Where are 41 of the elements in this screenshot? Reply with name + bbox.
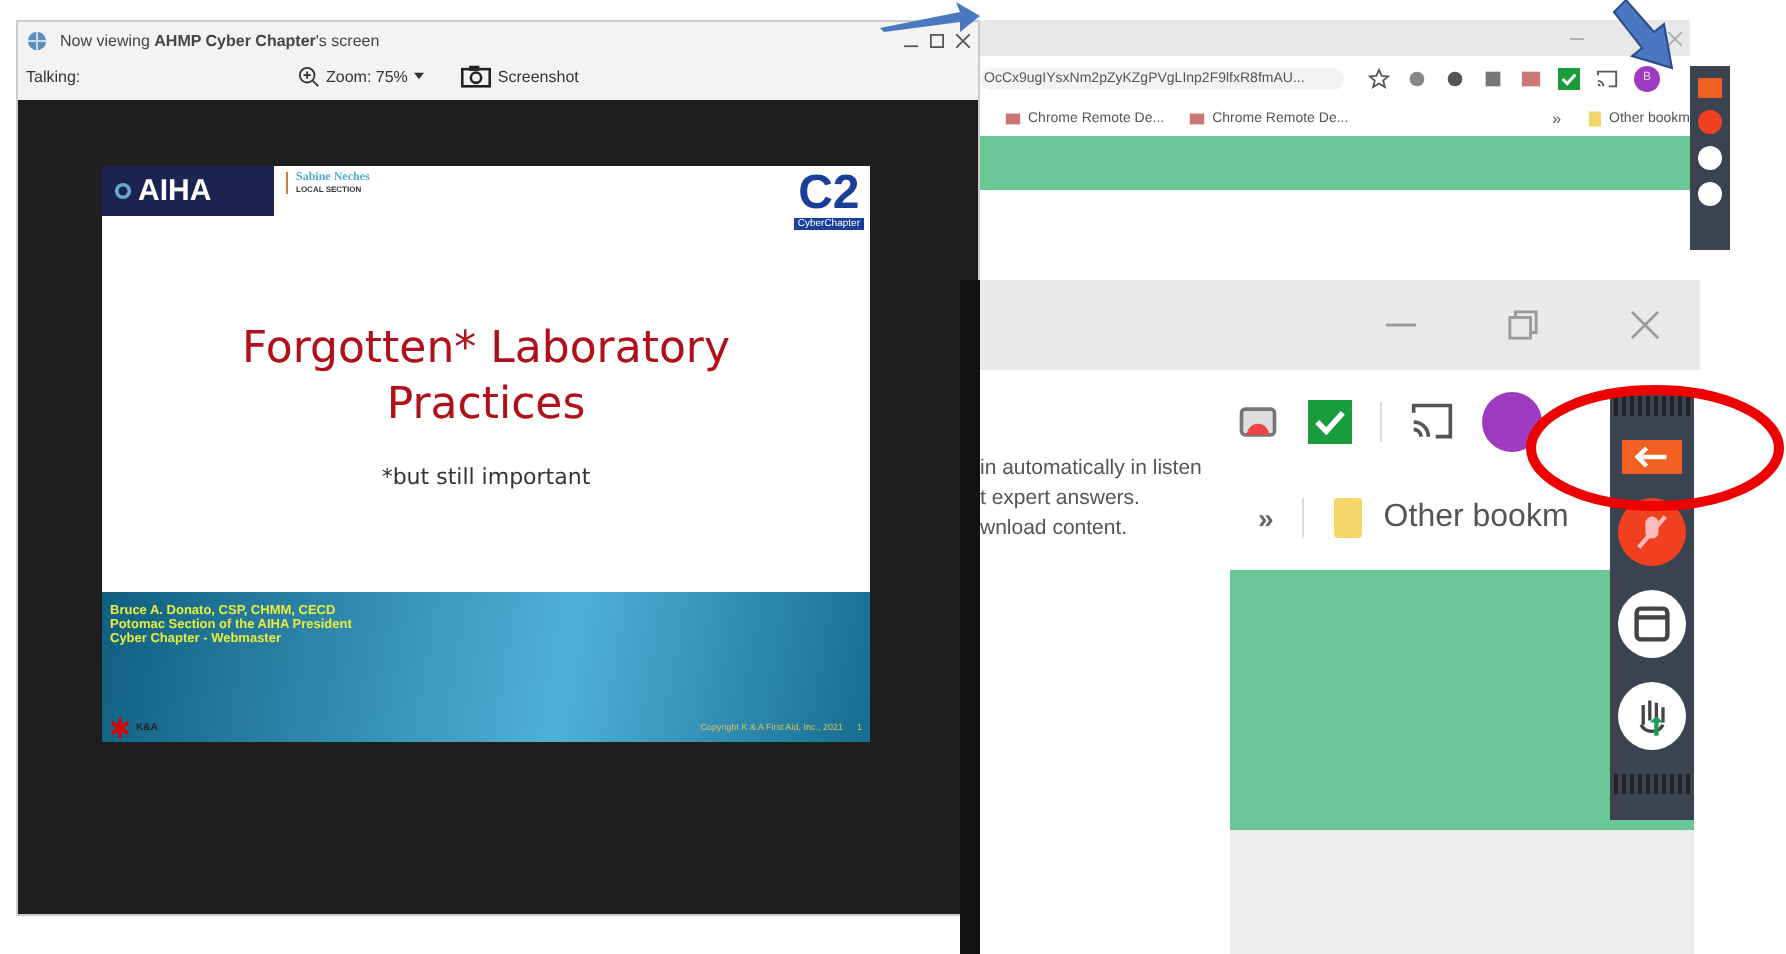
restore-icon[interactable] [1508, 310, 1538, 340]
profile-avatar[interactable] [1482, 392, 1542, 452]
remote-desktop-icon[interactable] [1520, 67, 1542, 89]
extension-icon[interactable] [1406, 67, 1428, 89]
raise-hand-button[interactable] [1618, 682, 1686, 750]
window-button[interactable] [1618, 590, 1686, 658]
aiha-logo: AIHA [102, 165, 274, 215]
star-of-life-icon [110, 717, 130, 737]
zoom-in-icon [298, 65, 320, 87]
extension-icon[interactable] [1482, 67, 1504, 89]
cast-icon[interactable] [1410, 400, 1454, 444]
more-bookmarks-button[interactable]: » [1552, 109, 1562, 127]
slide-title: Forgotten* Laboratory Practices [240, 321, 732, 435]
check-icon[interactable] [1558, 67, 1580, 89]
zoom-button[interactable]: Zoom: 75% [298, 65, 424, 87]
page-text: in automatically in listen [980, 456, 1204, 480]
slide-subtitle: *but still important [379, 463, 593, 490]
check-icon[interactable] [1308, 400, 1352, 444]
remote-desktop-icon [1188, 109, 1207, 127]
maximize-icon[interactable] [930, 33, 944, 47]
globe-icon [26, 29, 48, 51]
camera-icon [459, 64, 492, 88]
cast-icon[interactable] [1596, 67, 1618, 89]
bookmark-folder[interactable]: Other bookm [1331, 496, 1569, 540]
star-icon[interactable] [1368, 67, 1390, 89]
talking-label: Talking: [26, 67, 83, 85]
close-icon[interactable] [956, 33, 970, 47]
grip-handle[interactable] [1614, 396, 1690, 416]
grip-handle[interactable] [1614, 774, 1690, 794]
more-bookmarks-button[interactable]: » [1258, 502, 1274, 534]
window-title: Now viewing AHMP Cyber Chapter's screen [60, 31, 380, 49]
page-text: t expert answers. [980, 486, 1142, 510]
page-text: wnload content. [980, 516, 1130, 540]
back-button[interactable] [1622, 440, 1682, 474]
extension-icon[interactable] [1444, 67, 1466, 89]
folder-icon [1331, 496, 1364, 540]
remote-desktop-icon [1004, 109, 1022, 127]
screenshot-button[interactable]: Screenshot [459, 64, 579, 88]
caret-icon [413, 72, 424, 80]
pointer-arrow [880, 0, 980, 32]
folder-icon [1585, 109, 1604, 127]
